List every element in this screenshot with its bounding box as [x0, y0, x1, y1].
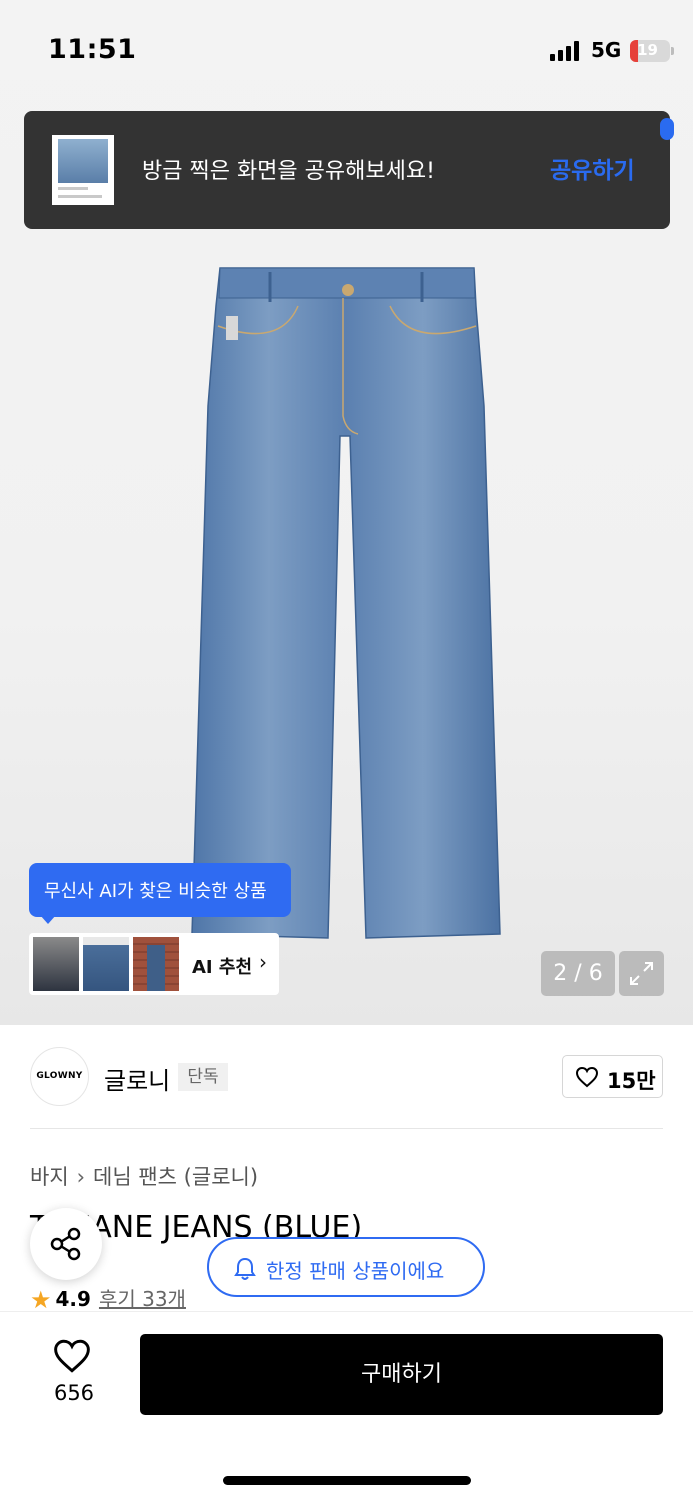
breadcrumb-item[interactable]: 바지: [30, 1165, 69, 1189]
reviews-link[interactable]: 후기 33개: [99, 1287, 186, 1311]
chevron-right-icon: ›: [259, 950, 267, 974]
heart-icon: [575, 1066, 599, 1088]
screenshot-thumbnail[interactable]: [52, 135, 114, 205]
product-image-jeans: [191, 267, 501, 939]
cellular-signal-icon: [550, 41, 582, 61]
battery-tip: [671, 47, 674, 55]
battery-icon: 19: [630, 40, 670, 62]
similar-product-thumb[interactable]: [133, 937, 179, 991]
network-type: 5G: [591, 38, 622, 62]
expand-icon[interactable]: [619, 951, 664, 996]
home-indicator[interactable]: [223, 1476, 471, 1485]
share-toast: 방금 찍은 화면을 공유해보세요! 공유하기: [24, 111, 670, 229]
status-bar: 11:51 5G 19: [0, 0, 693, 100]
brand-logo[interactable]: GLOWNY: [30, 1047, 89, 1106]
wishlist-count: 656: [53, 1381, 95, 1405]
product-image-area[interactable]: 11:51 5G 19 방금 찍은 화면을 공유해보세요! 공유하기 무신사 A…: [0, 0, 693, 1025]
ai-recommend-label: AI 추천: [192, 957, 253, 978]
similar-product-thumb[interactable]: [83, 937, 129, 991]
wishlist-button[interactable]: [52, 1338, 96, 1378]
share-floating-button[interactable]: [30, 1208, 102, 1280]
breadcrumb-item[interactable]: 데님 팬츠 (글로니): [93, 1165, 258, 1189]
buy-button[interactable]: 구매하기: [140, 1334, 663, 1415]
limited-sale-banner[interactable]: 한정 판매 상품이에요: [207, 1237, 485, 1297]
image-counter: 2 / 6: [541, 951, 615, 996]
bell-icon: [234, 1257, 256, 1280]
exclusive-badge: 단독: [178, 1063, 228, 1091]
brand-name[interactable]: 글로니: [104, 1061, 170, 1096]
notification-dot: [660, 118, 674, 140]
brand-like-count: 15만: [607, 1069, 656, 1093]
status-time: 11:51: [48, 34, 137, 65]
share-toast-message: 방금 찍은 화면을 공유해보세요!: [142, 159, 435, 184]
star-icon: ★: [30, 1286, 52, 1314]
limited-sale-text: 한정 판매 상품이에요: [266, 1259, 445, 1283]
rating-row: ★ 4.9 후기 33개: [30, 1283, 186, 1314]
ai-similar-tooltip: 무신사 AI가 찾은 비슷한 상품: [29, 863, 291, 917]
rating-score: 4.9: [55, 1287, 91, 1311]
share-icon: [50, 1227, 81, 1261]
battery-level: 19: [637, 41, 658, 59]
brand-like-button[interactable]: 15만: [562, 1055, 663, 1098]
ai-recommend-card[interactable]: AI 추천 ›: [29, 933, 279, 995]
similar-product-thumb[interactable]: [33, 937, 79, 991]
share-button[interactable]: 공유하기: [550, 151, 635, 185]
breadcrumb: 바지 › 데님 팬츠 (글로니): [30, 1161, 258, 1191]
divider: [30, 1128, 663, 1129]
chevron-right-icon: ›: [76, 1165, 86, 1189]
tooltip-arrow: [40, 915, 56, 924]
heart-icon: [54, 1339, 90, 1373]
